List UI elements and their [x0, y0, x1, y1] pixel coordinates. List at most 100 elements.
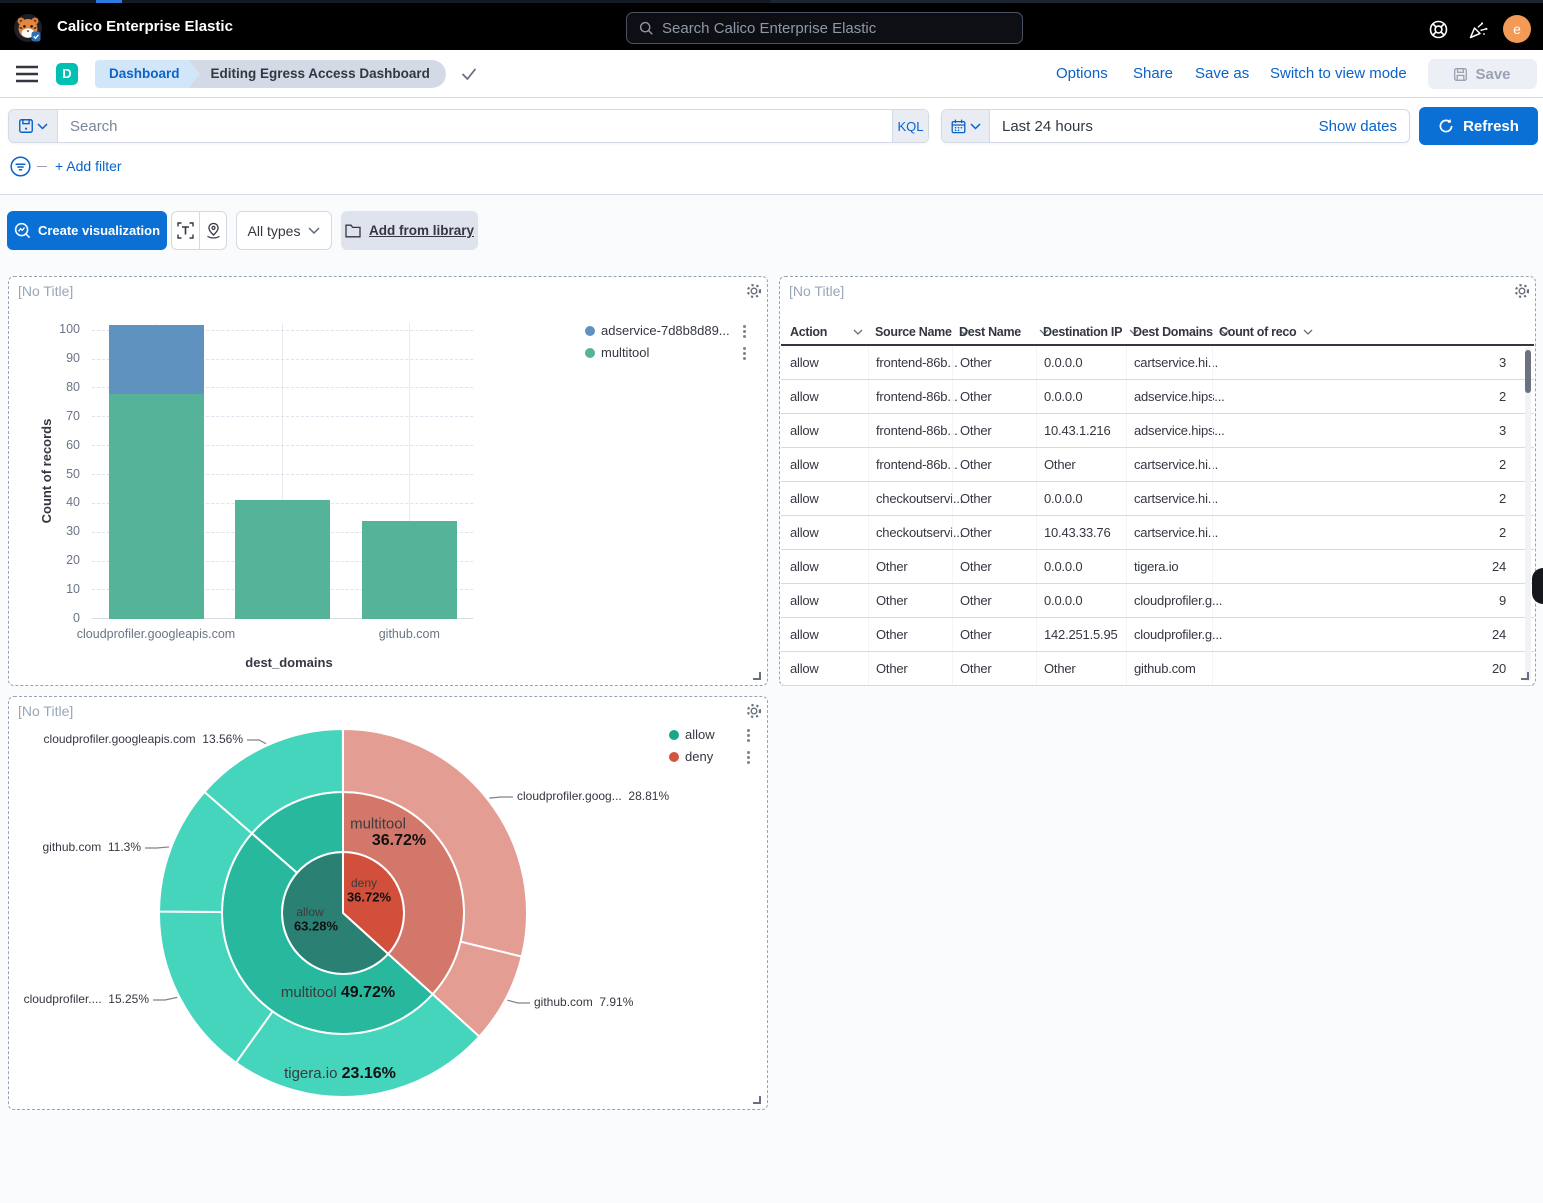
- saved-query-menu[interactable]: [9, 110, 58, 142]
- column-header-destination-ip[interactable]: Destination IP: [1036, 319, 1126, 344]
- add-filter-link[interactable]: + Add filter: [55, 158, 122, 174]
- callout-label: cloudprofiler.goog... 28.81%: [517, 789, 669, 803]
- table-row[interactable]: allow frontend-86b... Other Other cartse…: [781, 448, 1534, 482]
- save-as-link[interactable]: Save as: [1195, 50, 1249, 98]
- table-row[interactable]: allow frontend-86b... Other 10.43.1.216 …: [781, 414, 1534, 448]
- column-header-dest-domains[interactable]: Dest Domains: [1126, 319, 1212, 344]
- table-scrollbar[interactable]: [1525, 347, 1531, 681]
- calico-logo[interactable]: [13, 13, 43, 43]
- cell-source-name: frontend-86b...: [868, 380, 952, 413]
- cell-dest-name: Other: [952, 618, 1036, 651]
- legend-actions-icon[interactable]: [743, 347, 747, 362]
- y-tick-label: 40: [30, 495, 80, 509]
- help-icon[interactable]: [1429, 20, 1448, 39]
- y-tick-label: 10: [30, 582, 80, 596]
- chevron-down-icon: [853, 329, 863, 335]
- show-dates-link[interactable]: Show dates: [1319, 110, 1409, 142]
- legend-item[interactable]: deny: [669, 748, 759, 768]
- segment-label: deny: [351, 876, 377, 890]
- dashboard-badge[interactable]: D: [56, 63, 78, 85]
- legend-item[interactable]: multitool: [585, 344, 755, 364]
- add-text-button[interactable]: [172, 212, 199, 249]
- create-visualization-button[interactable]: Create visualization: [7, 211, 167, 250]
- column-header-count[interactable]: Count of reco: [1212, 319, 1534, 344]
- query-bar[interactable]: Search KQL: [8, 109, 929, 143]
- table-row[interactable]: allow Other Other Other github.com 20: [781, 652, 1534, 686]
- bar-segment-multitool[interactable]: [235, 500, 330, 618]
- check-icon[interactable]: [460, 65, 478, 83]
- legend-actions-icon[interactable]: [747, 729, 751, 744]
- time-range-value[interactable]: Last 24 hours: [990, 110, 1319, 142]
- callout-label: github.com 7.91%: [534, 995, 633, 1009]
- legend-dot: [669, 730, 679, 740]
- cell-dest-domains: cartservice.hi...: [1126, 482, 1212, 515]
- share-link[interactable]: Share: [1133, 50, 1173, 98]
- table-scrollbar-thumb[interactable]: [1525, 350, 1531, 393]
- cell-count: 2: [1212, 448, 1534, 481]
- filter-icon[interactable]: [10, 156, 31, 177]
- column-header-source-name[interactable]: Source Name: [868, 319, 952, 344]
- segment-label: multitool 49.72%: [281, 984, 395, 1002]
- legend-dot: [585, 348, 595, 358]
- callout-label: cloudprofiler.... 15.25%: [24, 992, 149, 1006]
- legend-actions-icon[interactable]: [743, 325, 747, 340]
- cell-source-name: Other: [868, 550, 952, 583]
- callout-label: cloudprofiler.googleapis.com 13.56%: [44, 732, 243, 746]
- refresh-button[interactable]: Refresh: [1419, 107, 1538, 145]
- bar-segment-multitool[interactable]: [362, 521, 457, 619]
- panel-data-table[interactable]: [No Title] Action Source Name Dest Name …: [779, 276, 1536, 686]
- switch-view-mode-link[interactable]: Switch to view mode: [1270, 50, 1407, 98]
- breadcrumb-dashboard[interactable]: Dashboard: [95, 60, 200, 88]
- text-annotation-icon: [177, 222, 194, 239]
- cell-dest-domains: adservice.hips...: [1126, 380, 1212, 413]
- kql-search-placeholder: Search: [70, 118, 118, 135]
- table-row[interactable]: allow frontend-86b... Other 0.0.0.0 adse…: [781, 380, 1534, 414]
- date-picker[interactable]: Last 24 hours Show dates: [941, 109, 1410, 143]
- date-picker-menu[interactable]: [942, 110, 990, 142]
- panel-resize-handle[interactable]: [753, 672, 761, 680]
- column-header-dest-name[interactable]: Dest Name: [952, 319, 1036, 344]
- panel-resize-handle[interactable]: [753, 1096, 761, 1104]
- kql-language-button[interactable]: KQL: [892, 110, 928, 142]
- all-types-dropdown[interactable]: All types: [236, 211, 332, 250]
- table-row[interactable]: allow checkoutservi... Other 10.43.33.76…: [781, 516, 1534, 550]
- panel-resize-handle[interactable]: [1521, 672, 1529, 680]
- legend-item[interactable]: allow: [669, 726, 759, 746]
- table-row[interactable]: allow Other Other 0.0.0.0 cloudprofiler.…: [781, 584, 1534, 618]
- legend-actions-icon[interactable]: [747, 751, 751, 766]
- save-button[interactable]: Save: [1428, 59, 1537, 89]
- y-axis-title: Count of records: [39, 321, 55, 621]
- bar-segment-multitool[interactable]: [109, 394, 204, 619]
- table-row[interactable]: allow Other Other 142.251.5.95 cloudprof…: [781, 618, 1534, 652]
- cell-destination-ip: Other: [1036, 652, 1126, 685]
- bar-segment-adservice-7d8b8d89...[interactable]: [109, 325, 204, 394]
- collapsed-flyout-tab[interactable]: [1532, 568, 1543, 604]
- topbar: Calico Enterprise Elastic Search Calico …: [0, 3, 1543, 50]
- gear-icon[interactable]: [1514, 283, 1530, 299]
- table-row[interactable]: allow checkoutservi... Other 0.0.0.0 car…: [781, 482, 1534, 516]
- column-header-action[interactable]: Action: [781, 319, 868, 344]
- panel-pie-chart[interactable]: [No Title] deny36.72%allow63.28%multitoo…: [8, 696, 768, 1110]
- callout-leader-line: [489, 797, 513, 798]
- add-map-button[interactable]: [199, 212, 226, 249]
- kql-search-input[interactable]: Search: [58, 110, 892, 142]
- news-icon[interactable]: [1469, 20, 1488, 39]
- refresh-icon: [1438, 118, 1454, 134]
- legend-item[interactable]: adservice-7d8b8d89...: [585, 322, 755, 342]
- avatar[interactable]: e: [1503, 15, 1531, 43]
- toolbar-icon-group: [171, 211, 227, 250]
- cell-source-name: checkoutservi...: [868, 516, 952, 549]
- segment-pct: 63.28%: [294, 919, 338, 934]
- table-row[interactable]: allow frontend-86b... Other 0.0.0.0 cart…: [781, 346, 1534, 380]
- cell-dest-name: Other: [952, 448, 1036, 481]
- menu-icon[interactable]: [16, 64, 38, 84]
- y-tick-label: 20: [30, 553, 80, 567]
- cell-destination-ip: Other: [1036, 448, 1126, 481]
- add-from-library-button[interactable]: Add from library: [341, 211, 478, 250]
- cell-dest-name: Other: [952, 652, 1036, 685]
- cell-source-name: Other: [868, 618, 952, 651]
- options-link[interactable]: Options: [1056, 50, 1108, 98]
- panel-bar-chart[interactable]: [No Title] 0102030405060708090100cloudpr…: [8, 276, 768, 686]
- global-search-input[interactable]: Search Calico Enterprise Elastic: [626, 12, 1023, 44]
- table-row[interactable]: allow Other Other 0.0.0.0 tigera.io 24: [781, 550, 1534, 584]
